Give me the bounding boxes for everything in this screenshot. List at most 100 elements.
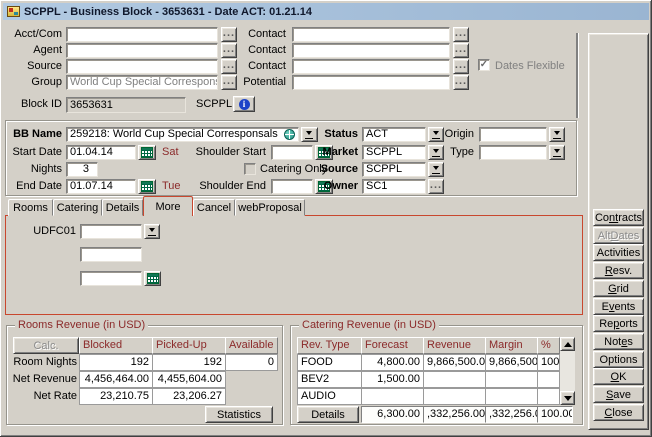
details-button[interactable]: Details — [297, 406, 359, 423]
tab-details[interactable]: Details — [102, 199, 143, 216]
sidebar-button-events[interactable]: Events — [593, 298, 644, 315]
udfc01-field[interactable] — [80, 224, 142, 239]
origin-dropdown-button[interactable] — [549, 127, 565, 142]
contact3-lookup-button[interactable]: ... — [453, 59, 469, 74]
bb-name-field[interactable]: 259218: World Cup Special Corresponsals — [66, 127, 299, 142]
start-date-calendar-button[interactable] — [138, 145, 156, 160]
room-nights-available[interactable]: 0 — [225, 354, 278, 371]
end-date-field[interactable]: 01.07.14 — [66, 179, 136, 194]
catering-forecast[interactable]: 1,500.00 — [361, 371, 424, 388]
sidebar-button-alt-dates[interactable]: Alt Dates — [593, 227, 644, 244]
titlebar[interactable]: SCPPL - Business Block - 3653631 - Date … — [3, 3, 649, 20]
net-rate-blocked[interactable]: 23,210.75 — [79, 388, 153, 405]
source2-field[interactable]: SCPPL — [362, 162, 426, 177]
net-revenue-blocked[interactable]: 4,456,464.00 — [79, 371, 153, 388]
catering-rev-type[interactable]: FOOD — [297, 354, 362, 371]
sidebar-button-close[interactable]: Close — [593, 404, 644, 421]
catering-rev-type[interactable]: BEV2 — [297, 371, 362, 388]
sidebar-button-notes[interactable]: Notes — [593, 333, 644, 350]
room-nights-blocked[interactable]: 192 — [79, 354, 153, 371]
tab-more[interactable]: More — [143, 196, 193, 216]
udf-field-3[interactable] — [80, 271, 142, 286]
agent-label: Agent — [0, 43, 62, 58]
source-label: Source — [0, 59, 62, 74]
catering-pct[interactable] — [537, 388, 560, 405]
sidebar-button-options[interactable]: Options — [593, 351, 644, 368]
origin-field[interactable] — [479, 127, 547, 142]
contact2-lookup-button[interactable]: ... — [453, 43, 469, 58]
room-nights-picked-up[interactable]: 192 — [152, 354, 226, 371]
agent-field[interactable] — [66, 43, 218, 58]
potential-field[interactable] — [292, 75, 450, 90]
owner-lookup-button[interactable]: ... — [428, 179, 444, 194]
info-icon — [239, 99, 250, 110]
dates-flexible-label: Dates Flexible — [495, 59, 565, 74]
potential-lookup-button[interactable]: ... — [453, 75, 469, 90]
tab-cancel[interactable]: Cancel — [193, 199, 235, 216]
catering-pct[interactable] — [537, 371, 560, 388]
statistics-button[interactable]: Statistics — [205, 406, 273, 423]
contact1-lookup-button[interactable]: ... — [453, 27, 469, 42]
catering-margin[interactable] — [485, 371, 538, 388]
shoulder-end-field[interactable] — [271, 179, 313, 194]
sidebar-button-reports[interactable]: Reports — [593, 315, 644, 332]
dates-flexible-checkbox[interactable]: ✓ — [478, 59, 490, 71]
contact2-field[interactable] — [292, 43, 450, 58]
sidebar-button-contracts[interactable]: Contracts — [593, 209, 644, 226]
calc-button[interactable]: Calc. — [13, 337, 79, 354]
catering-revenue[interactable] — [423, 388, 486, 405]
catering-revenue[interactable] — [423, 371, 486, 388]
contact1-field[interactable] — [292, 27, 450, 42]
catering-total-pct: 100.00 — [537, 406, 573, 423]
catering-margin[interactable]: 9,866,500.00 — [485, 354, 538, 371]
start-date-field[interactable]: 01.04.14 — [66, 145, 136, 160]
nights-field[interactable]: 3 — [66, 162, 98, 177]
source-lookup-button[interactable]: ... — [221, 59, 237, 74]
catering-revenue[interactable]: 9,866,500.00 — [423, 354, 486, 371]
udf-date-calendar-button[interactable] — [144, 271, 161, 286]
tab-webproposal[interactable]: webProposal — [235, 199, 305, 216]
catering-rev-type[interactable]: AUDIO — [297, 388, 362, 405]
type-field[interactable] — [479, 145, 547, 160]
agent-lookup-button[interactable]: ... — [221, 43, 237, 58]
catering-forecast[interactable] — [361, 388, 424, 405]
arrow-down-icon — [564, 396, 572, 405]
block-id-field: 3653631 — [66, 97, 186, 113]
catering-pct[interactable]: 100 — [537, 354, 560, 371]
sidebar-button-ok[interactable]: OK — [593, 368, 644, 385]
source-dropdown-button[interactable] — [428, 162, 444, 177]
acct-com-lookup-button[interactable]: ... — [221, 27, 237, 42]
net-revenue-picked-up[interactable]: 4,455,604.00 — [152, 371, 226, 388]
market-label: Market — [318, 145, 358, 160]
type-dropdown-button[interactable] — [549, 145, 565, 160]
scroll-up-button[interactable] — [560, 337, 575, 351]
property-label: SCPPL — [196, 97, 232, 112]
catering-margin[interactable] — [485, 388, 538, 405]
status-field[interactable]: ACT — [362, 127, 426, 142]
sidebar-button-resv[interactable]: Resv. — [593, 262, 644, 279]
source-field[interactable] — [66, 59, 218, 74]
group-field[interactable]: World Cup Special Corresponsals — [66, 75, 218, 90]
group-lookup-button[interactable]: ... — [221, 75, 237, 90]
catering-scrollbar[interactable] — [560, 337, 575, 405]
scroll-down-button[interactable] — [560, 391, 575, 405]
acct-com-field[interactable] — [66, 27, 218, 42]
property-info-button[interactable] — [233, 96, 255, 112]
end-date-calendar-button[interactable] — [138, 179, 156, 194]
bb-name-dropdown-button[interactable] — [301, 127, 318, 142]
sidebar-button-grid[interactable]: Grid — [593, 280, 644, 297]
dropdown-icon — [305, 131, 314, 139]
tab-catering[interactable]: Catering — [53, 199, 102, 216]
contact3-field[interactable] — [292, 59, 450, 74]
catering-forecast[interactable]: 4,800.00 — [361, 354, 424, 371]
sidebar-button-activities[interactable]: Activities — [593, 244, 644, 261]
sidebar-button-save[interactable]: Save — [593, 386, 644, 403]
udfc01-dropdown-button[interactable] — [144, 224, 160, 239]
tab-rooms[interactable]: Rooms — [8, 199, 53, 216]
owner-field[interactable]: SC1 — [362, 179, 426, 194]
market-field[interactable]: SCPPL — [362, 145, 426, 160]
net-rate-picked-up[interactable]: 23,206.27 — [152, 388, 226, 405]
shoulder-start-field[interactable] — [271, 145, 313, 160]
catering-only-checkbox[interactable] — [244, 163, 256, 175]
udf-field-2[interactable] — [80, 247, 142, 262]
